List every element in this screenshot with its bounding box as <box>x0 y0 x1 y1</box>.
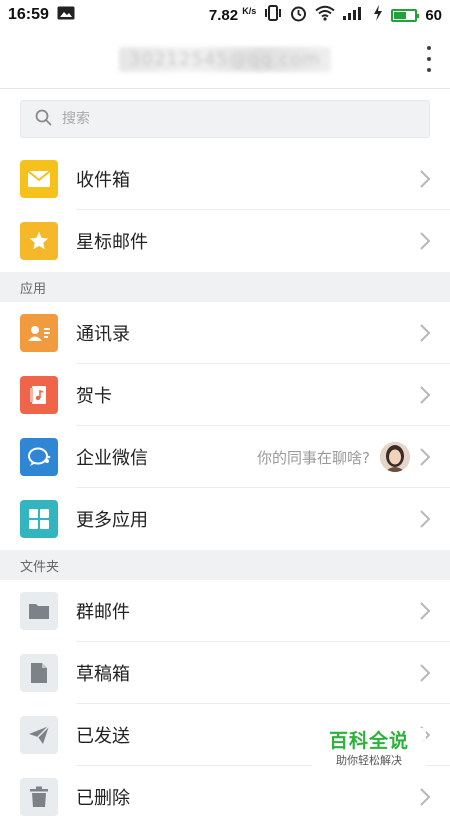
paper-plane-icon <box>29 725 50 744</box>
network-speed-unit: K/s <box>242 6 257 16</box>
list-item-group-mail[interactable]: 群邮件 <box>0 580 450 642</box>
chevron-right-icon <box>420 448 430 466</box>
contacts-icon-box <box>20 314 58 352</box>
chevron-right-icon <box>420 324 430 342</box>
image-notification-icon <box>57 6 75 24</box>
draft-icon <box>31 663 47 683</box>
envelope-icon <box>28 171 50 187</box>
vibrate-icon <box>264 5 282 25</box>
network-speed-value: 7.82 <box>208 7 239 24</box>
wifi-icon <box>315 5 335 25</box>
battery-icon <box>391 8 420 22</box>
deleted-label: 已删除 <box>76 788 130 809</box>
charging-icon <box>373 5 383 25</box>
more-apps-label: 更多应用 <box>76 510 148 531</box>
chevron-right-icon <box>420 510 430 528</box>
starred-icon-box <box>20 222 58 260</box>
greeting-card-icon <box>30 386 46 404</box>
more-dot <box>427 68 431 72</box>
chevron-right-icon <box>420 788 430 806</box>
drafts-icon-box <box>20 654 58 692</box>
more-apps-icon-box <box>20 500 58 538</box>
search-container <box>0 89 450 148</box>
watermark-logo: 百科全说 助你轻松解决 <box>312 728 426 778</box>
list-item-contacts[interactable]: 通讯录 <box>0 302 450 364</box>
contacts-label: 通讯录 <box>76 324 130 345</box>
search-input[interactable] <box>60 110 364 128</box>
search-icon <box>35 109 52 130</box>
grid-icon <box>29 509 49 529</box>
star-icon <box>29 231 49 250</box>
account-title[interactable]: 30212545@qq.com <box>119 46 331 72</box>
battery-level-fill <box>394 11 407 19</box>
list-item-starred[interactable]: 星标邮件 <box>0 210 450 272</box>
status-bar: 16:59 7.82 K/s 60 <box>0 0 450 30</box>
status-time: 16:59 <box>8 6 49 23</box>
list-item-work-chat[interactable]: 企业微信 你的同事在聊啥? <box>0 426 450 488</box>
chevron-right-icon <box>420 232 430 250</box>
work-chat-label: 企业微信 <box>76 448 148 469</box>
sent-icon-box <box>20 716 58 754</box>
app-header: 30212545@qq.com <box>0 30 450 89</box>
group-mail-icon-box <box>20 592 58 630</box>
more-dot <box>427 57 431 61</box>
chevron-right-icon <box>420 386 430 404</box>
avatar <box>380 442 410 472</box>
greeting-cards-label: 贺卡 <box>76 386 112 407</box>
more-options-button[interactable] <box>424 46 434 72</box>
greeting-card-icon-box <box>20 376 58 414</box>
list-item-more-apps[interactable]: 更多应用 <box>0 488 450 550</box>
group-mail-label: 群邮件 <box>76 602 130 623</box>
contact-card-icon <box>28 326 50 341</box>
deleted-icon-box <box>20 778 58 816</box>
inbox-label: 收件箱 <box>76 170 130 191</box>
folder-icon <box>29 604 49 619</box>
chevron-right-icon <box>420 170 430 188</box>
section-header-apps: 应用 <box>0 272 450 302</box>
starred-label: 星标邮件 <box>76 232 148 253</box>
work-chat-icon <box>28 447 51 466</box>
more-dot <box>427 46 431 50</box>
drafts-label: 草稿箱 <box>76 664 130 685</box>
battery-percent: 60 <box>425 6 442 24</box>
list-item-inbox[interactable]: 收件箱 <box>0 148 450 210</box>
section-header-folders: 文件夹 <box>0 550 450 580</box>
signal-icon <box>343 6 365 24</box>
chevron-right-icon <box>420 664 430 682</box>
trash-icon <box>30 786 48 807</box>
network-speed: 7.82 K/s <box>209 6 256 24</box>
alarm-clock-icon <box>290 5 307 26</box>
work-chat-icon-box <box>20 438 58 476</box>
chevron-right-icon <box>420 602 430 620</box>
inbox-icon-box <box>20 160 58 198</box>
work-chat-hint: 你的同事在聊啥? <box>257 448 370 467</box>
list-item-drafts[interactable]: 草稿箱 <box>0 642 450 704</box>
watermark-subtitle: 助你轻松解决 <box>336 754 402 767</box>
search-bar[interactable] <box>20 100 430 138</box>
list-item-greeting-cards[interactable]: 贺卡 <box>0 364 450 426</box>
watermark-title: 百科全说 <box>328 730 409 752</box>
